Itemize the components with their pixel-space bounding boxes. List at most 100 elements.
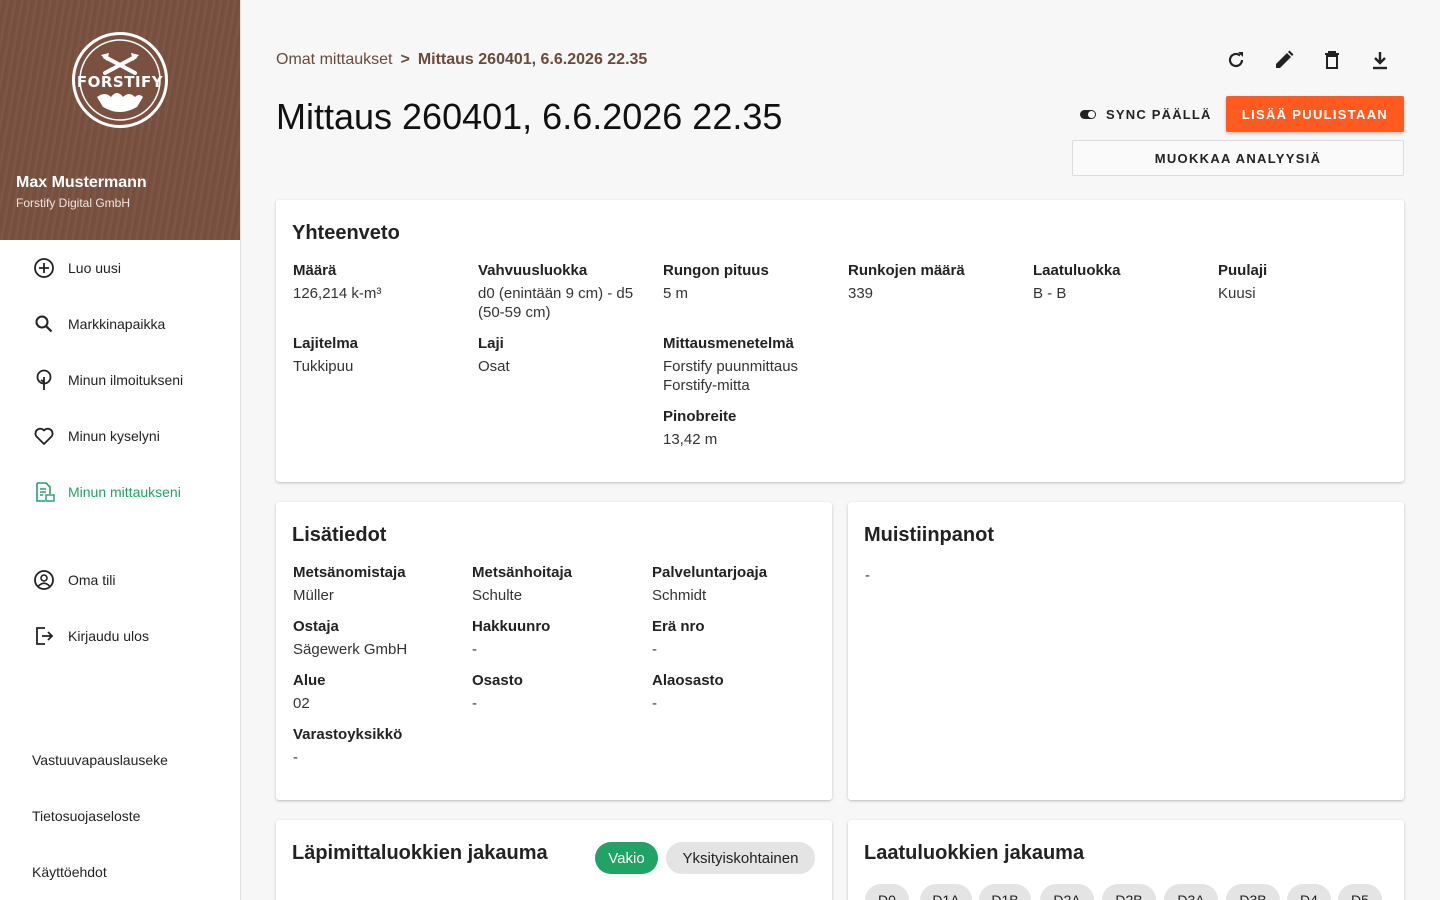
quality-chip[interactable]: D5 (1338, 884, 1382, 900)
notes-title: Muistiinpanot (864, 524, 994, 546)
quality-chip[interactable]: D1A (920, 884, 972, 900)
edit-icon[interactable] (1272, 48, 1296, 72)
field-label: Palveluntarjoaja (652, 564, 768, 581)
field-value: 02 (293, 695, 310, 712)
sidebar-item-create[interactable]: Luo uusi (0, 246, 240, 290)
field-value: Kuusi (1218, 285, 1256, 302)
sidebar: FORSTIFY Max Mustermann Forstify Digital… (0, 0, 241, 900)
chip-standard[interactable]: Vakio (595, 842, 658, 874)
field-label: Laji (478, 335, 504, 352)
quality-distribution-title: Laatuluokkien jakauma (864, 842, 1085, 864)
field-label: Puulaji (1218, 262, 1268, 279)
summary-field: Laatuluokka B - B (1033, 261, 1203, 303)
forstify-logo: FORSTIFY (72, 32, 168, 128)
quality-chip[interactable]: D2B (1102, 884, 1156, 900)
sidebar-item-label: Oma tili (68, 572, 116, 588)
delete-icon[interactable] (1320, 48, 1344, 72)
logo-text: FORSTIFY (76, 73, 164, 91)
breadcrumb: Omat mittaukset > Mittaus 260401, 6.6.20… (276, 51, 647, 69)
quality-chip[interactable]: D0 (865, 884, 909, 900)
field-label: Laatuluokka (1033, 262, 1121, 279)
sidebar-item-label: Minun ilmoitukseni (68, 372, 184, 388)
field-label: Lajitelma (293, 335, 359, 352)
refresh-icon[interactable] (1224, 48, 1248, 72)
privacy-link[interactable]: Tietosuojaseloste (32, 808, 140, 824)
field-value: 126,214 k-m³ (293, 285, 382, 302)
tree-icon (32, 368, 56, 392)
field-value: Schmidt (652, 587, 707, 604)
field-label: Osasto (472, 672, 523, 689)
field-label: Metsänomistaja (293, 564, 406, 581)
field-value: 5 m (663, 285, 689, 302)
field-value: - (472, 641, 477, 658)
sidebar-item-my-listings[interactable]: Minun ilmoitukseni (0, 358, 240, 402)
summary-field: Puulaji Kuusi (1218, 261, 1388, 303)
logout-icon (32, 624, 56, 648)
details-field: Palveluntarjoaja Schmidt (652, 563, 822, 605)
sidebar-item-my-measurements[interactable]: Minun mittaukseni (0, 470, 240, 514)
user-name: Max Mustermann (16, 174, 147, 191)
field-value: 339 (848, 285, 874, 302)
field-label: Erä nro (652, 618, 705, 635)
quality-distribution-card: Laatuluokkien jakauma D0 D1A D1B D2A D2B… (848, 820, 1404, 900)
sidebar-item-label: Luo uusi (68, 260, 121, 276)
summary-field: Runkojen määrä 339 (848, 261, 1018, 303)
details-field: Alue 02 (293, 671, 463, 713)
details-field: Varastoyksikkö - (293, 725, 463, 767)
details-title: Lisätiedot (292, 524, 387, 546)
profile-header: FORSTIFY Max Mustermann Forstify Digital… (0, 0, 240, 240)
disclaimer-link[interactable]: Vastuuvapauslauseke (32, 752, 168, 768)
sidebar-item-logout[interactable]: Kirjaudu ulos (0, 614, 240, 658)
sidebar-item-marketplace[interactable]: Markkinapaikka (0, 302, 240, 346)
download-icon[interactable] (1368, 48, 1392, 72)
summary-field: Rungon pituus 5 m (663, 261, 833, 303)
field-value: 13,42 m (663, 431, 718, 448)
breadcrumb-parent[interactable]: Omat mittaukset (276, 51, 392, 69)
plus-circle-icon (32, 256, 56, 280)
details-field: Osasto - (472, 671, 642, 713)
notes-field: - (865, 563, 1035, 585)
quality-chip[interactable]: D3B (1226, 884, 1280, 900)
field-value: Müller (293, 587, 334, 604)
sidebar-item-label: Minun kyselyni (68, 428, 160, 444)
sidebar-item-label: Minun mittaukseni (68, 484, 181, 500)
details-card: Lisätiedot Metsänomistaja Müller Metsänh… (276, 502, 832, 800)
field-label: Ostaja (293, 618, 339, 635)
quality-chip[interactable]: D3A (1164, 884, 1218, 900)
field-value: Sägewerk GmbH (293, 641, 408, 658)
sync-toggle[interactable]: SYNC PÄÄLLÄ (1080, 104, 1212, 124)
field-value: - (652, 695, 657, 712)
field-label: Alaosasto (652, 672, 724, 689)
summary-field: Vahvuusluokka d0 (enintään 9 cm) - d5 (5… (478, 261, 648, 322)
field-label: Runkojen määrä (848, 262, 965, 279)
notes-value: - (865, 567, 870, 584)
terms-link[interactable]: Käyttöehdot (32, 864, 107, 880)
summary-card: Yhteenveto Määrä 126,214 k-m³ Vahvuusluo… (276, 200, 1404, 482)
quality-chip[interactable]: D4 (1287, 884, 1331, 900)
field-label: Metsänhoitaja (472, 564, 573, 581)
quality-chip[interactable]: D1B (979, 884, 1031, 900)
sidebar-item-my-inquiries[interactable]: Minun kyselyni (0, 414, 240, 458)
sidebar-item-account[interactable]: Oma tili (0, 558, 240, 602)
chip-detailed[interactable]: Yksityiskohtainen (666, 842, 815, 874)
field-label: Vahvuusluokka (478, 262, 588, 279)
toggle-icon (1080, 109, 1096, 119)
field-value: - (293, 749, 298, 766)
page-title: Mittaus 260401, 6.6.2026 22.35 (276, 96, 783, 137)
notes-card: Muistiinpanot - (848, 502, 1404, 800)
details-field: Hakkuunro - (472, 617, 642, 659)
details-field: Metsänhoitaja Schulte (472, 563, 642, 605)
details-field: Erä nro - (652, 617, 822, 659)
summary-field: Määrä 126,214 k-m³ (293, 261, 463, 303)
field-label: Mittausmenetelmä (663, 335, 794, 352)
field-value: Schulte (472, 587, 523, 604)
diameter-distribution-title: Läpimittaluokkien jakauma (292, 842, 548, 864)
field-value: B - B (1033, 285, 1067, 302)
heart-icon (32, 424, 56, 448)
quality-chip[interactable]: D2A (1040, 884, 1094, 900)
summary-field: Laji Osat (478, 334, 648, 376)
add-to-timber-list-button[interactable]: LISÄÄ PUULISTAAN (1226, 96, 1404, 132)
diameter-distribution-card: Läpimittaluokkien jakauma Vakio Yksityis… (276, 820, 832, 900)
edit-analysis-button[interactable]: MUOKKAA ANALYYSIÄ (1072, 140, 1404, 176)
field-value: Forstify puunmittaus (663, 358, 799, 375)
